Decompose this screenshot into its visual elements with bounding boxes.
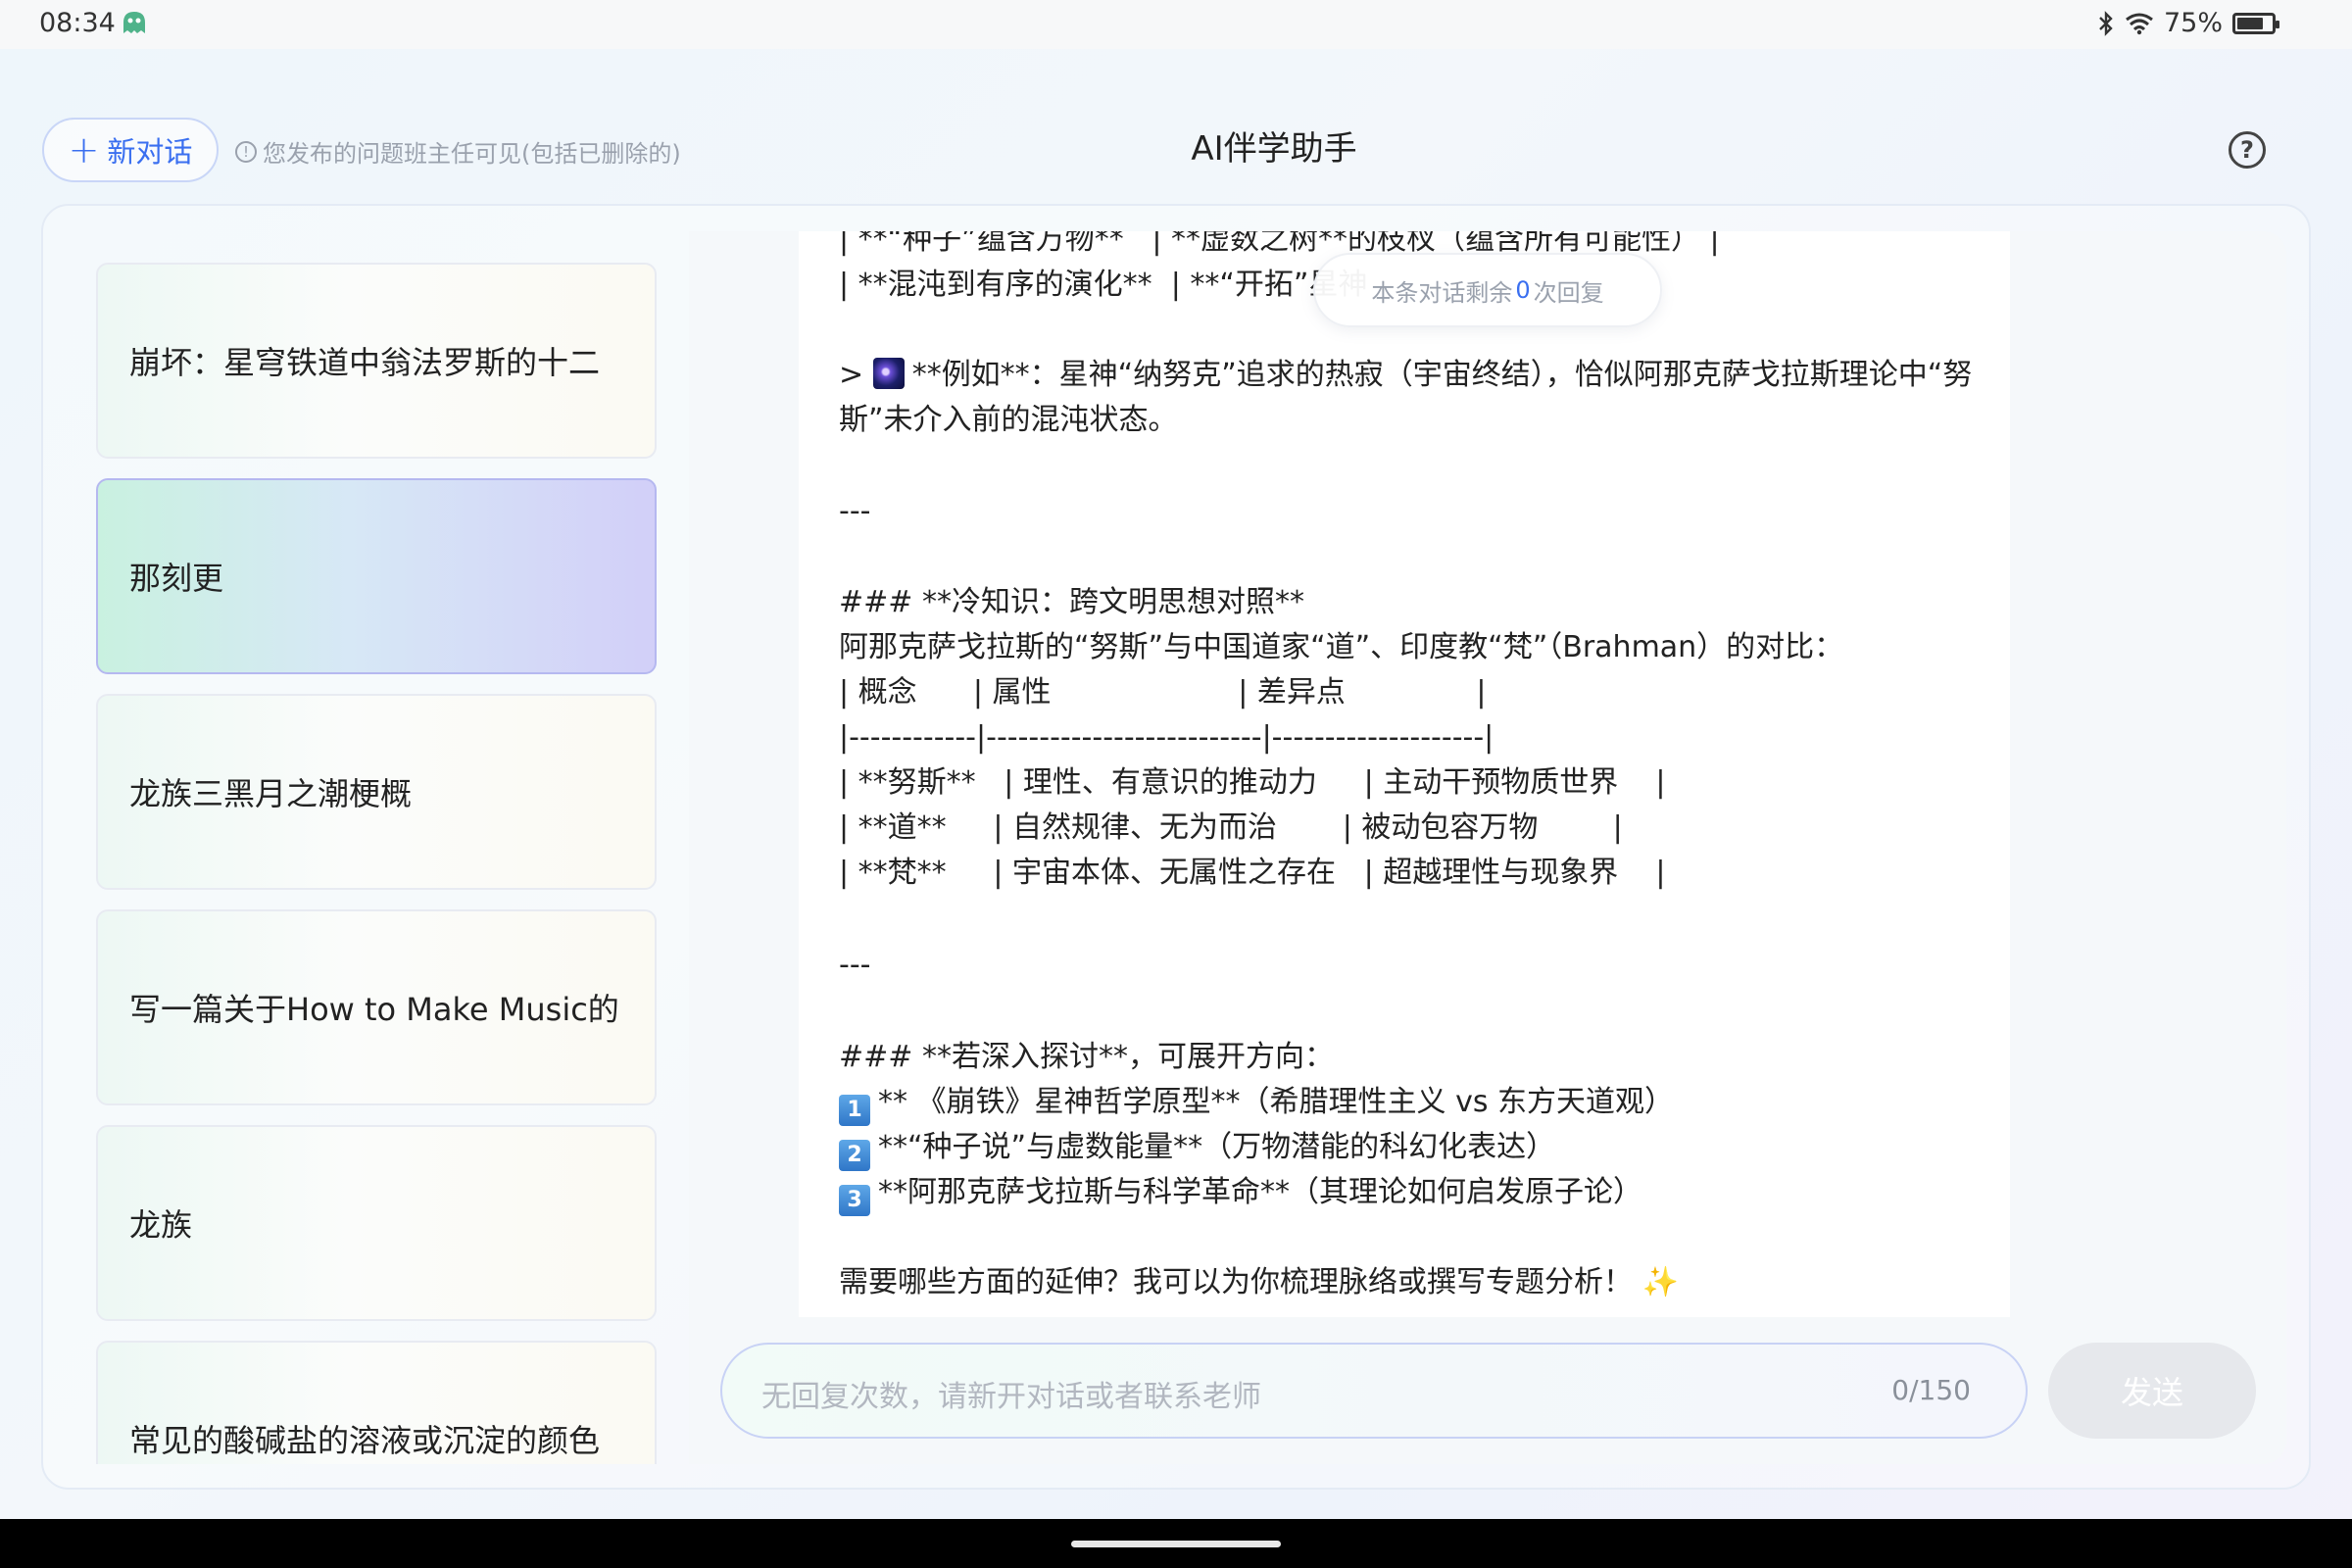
message-line: --- bbox=[839, 489, 870, 534]
message-line: 阿那克萨戈拉斯的“努斯”与中国道家“道”、印度教“梵”（Brahman）的对比： bbox=[839, 625, 1843, 670]
message-text: ### **冷知识：跨文明思想对照** bbox=[839, 585, 1304, 619]
message-text: **阿那克萨戈拉斯与科学革命**（其理论如何启发原子论） bbox=[878, 1175, 1642, 1209]
conversation-item[interactable]: 龙族三黑月之潮梗概 bbox=[96, 694, 657, 890]
message-line: | **努斯** | 理性、有意识的推动力 | 主动干预物质世界 | bbox=[839, 760, 1665, 806]
conversation-item[interactable]: 写一篇关于How to Make Music的 bbox=[96, 909, 657, 1105]
conversation-item[interactable]: 那刻更 bbox=[96, 478, 657, 674]
message-text: --- bbox=[839, 948, 871, 982]
message-text: 斯”未介入前的混沌状态。 bbox=[839, 403, 1178, 437]
conversation-title: 那刻更 bbox=[129, 560, 224, 597]
remaining-replies-toast: 本条对话剩余 0 次回复 bbox=[1313, 253, 1662, 327]
message-line: |------------|--------------------------… bbox=[839, 715, 1494, 760]
message-line: | 概念 | 属性 | 差异点 | bbox=[839, 670, 1486, 715]
status-time: 08:34 bbox=[39, 8, 116, 38]
visibility-notice: ! 您发布的问题班主任可见(包括已删除的) bbox=[235, 134, 681, 169]
message-text: ### **若深入探讨**，可展开方向： bbox=[839, 1040, 1334, 1074]
message-line: 需要哪些方面的延伸？我可以为你梳理脉络或撰写专题分析！ ✨ bbox=[839, 1260, 1679, 1305]
message-text: 需要哪些方面的延伸？我可以为你梳理脉络或撰写专题分析！ ✨ bbox=[839, 1265, 1679, 1299]
keycap-icon: 2 bbox=[839, 1140, 870, 1171]
conversation-item[interactable]: 龙族 bbox=[96, 1125, 657, 1321]
message-line: 2 **“种子说”与虚数能量**（万物潜能的科幻化表达） bbox=[839, 1125, 1555, 1171]
toast-prefix: 本条对话剩余 bbox=[1371, 278, 1513, 307]
message-line: | **道** | 自然规律、无为而治 | 被动包容万物 | bbox=[839, 806, 1623, 851]
page-title: AI伴学助手 bbox=[1191, 129, 1357, 169]
message-text: ** 《崩铁》星神哲学原型**（希腊理性主义 vs 东方天道观） bbox=[878, 1085, 1674, 1119]
message-text: --- bbox=[839, 494, 871, 528]
message-text: | **梵** | 宇宙本体、无属性之存在 | 超越理性与现象界 | bbox=[839, 856, 1666, 890]
conversation-item[interactable]: 常见的酸碱盐的溶液或沉淀的颜色 bbox=[96, 1341, 657, 1464]
char-counter: 0/150 bbox=[1891, 1374, 1971, 1406]
bluetooth-icon bbox=[2099, 10, 2113, 36]
info-icon: ! bbox=[235, 140, 257, 163]
conversation-item[interactable]: 崩坏：星穹铁道中翁法罗斯的十二 bbox=[96, 263, 657, 459]
message-line: 斯”未介入前的混沌状态。 bbox=[839, 398, 1178, 443]
message-text: 阿那克萨戈拉斯的“努斯”与中国道家“道”、印度教“梵”（Brahman）的对比： bbox=[839, 630, 1844, 664]
new-chat-button[interactable]: + 新对话 bbox=[42, 118, 219, 182]
battery-percent: 75% bbox=[2163, 8, 2223, 38]
message-text: | **努斯** | 理性、有意识的推动力 | 主动干预物质世界 | bbox=[839, 765, 1666, 800]
message-line: ### **冷知识：跨文明思想对照** bbox=[839, 580, 1304, 625]
send-button[interactable]: 发送 bbox=[2048, 1343, 2256, 1439]
message-text: | **道** | 自然规律、无为而治 | 被动包容万物 | bbox=[839, 810, 1623, 845]
galaxy-emoji-icon bbox=[872, 358, 905, 389]
status-bar: 08:34 75% bbox=[0, 0, 2352, 49]
keycap-icon: 3 bbox=[839, 1185, 870, 1216]
message-text: **“种子说”与虚数能量**（万物潜能的科幻化表达） bbox=[878, 1130, 1556, 1164]
home-indicator[interactable] bbox=[1071, 1541, 1281, 1547]
input-placeholder: 无回复次数，请新开对话或者联系老师 bbox=[761, 1380, 1261, 1414]
keycap-icon: 1 bbox=[839, 1095, 870, 1126]
toast-suffix: 次回复 bbox=[1533, 278, 1604, 307]
conversation-title: 龙族 bbox=[129, 1206, 193, 1244]
status-indicators: 75% bbox=[2097, 8, 2279, 38]
message-text: **例如**：星神“纳努克”追求的热寂（宇宙终结），恰似阿那克萨戈拉斯理论中“努 bbox=[911, 358, 1973, 392]
message-line: --- bbox=[839, 943, 870, 988]
new-chat-label: 新对话 bbox=[107, 135, 193, 169]
message-text: | **混沌到有序的演化** | **“开拓”星神 bbox=[839, 268, 1368, 302]
message-line: > **例如**：星神“纳努克”追求的热寂（宇宙终结），恰似阿那克萨戈拉斯理论中… bbox=[839, 353, 1972, 398]
message-text: > bbox=[839, 358, 873, 392]
conversation-title: 写一篇关于How to Make Music的 bbox=[129, 991, 619, 1028]
conversation-title: 常见的酸碱盐的溶液或沉淀的颜色 bbox=[129, 1422, 601, 1459]
conversation-list: 崩坏：星穹铁道中翁法罗斯的十二 那刻更龙族三黑月之潮梗概写一篇关于How to M… bbox=[65, 231, 692, 1464]
message-text: |------------|--------------------------… bbox=[839, 720, 1494, 755]
battery-icon bbox=[2232, 12, 2279, 34]
message-text: | 概念 | 属性 | 差异点 | bbox=[839, 675, 1487, 710]
message-line: 1 ** 《崩铁》星神哲学原型**（希腊理性主义 vs 东方天道观） bbox=[839, 1080, 1674, 1126]
conversation-title: 崩坏：星穹铁道中翁法罗斯的十二 bbox=[129, 344, 601, 381]
wifi-icon bbox=[2126, 13, 2153, 34]
help-icon[interactable]: ? bbox=[2229, 131, 2266, 169]
conversation-title: 龙族三黑月之潮梗概 bbox=[129, 775, 413, 812]
message-line: 3 **阿那克萨戈拉斯与科学革命**（其理论如何启发原子论） bbox=[839, 1170, 1642, 1216]
plus-icon: + bbox=[68, 128, 100, 172]
message-input[interactable]: 无回复次数，请新开对话或者联系老师 0/150 bbox=[720, 1343, 2028, 1439]
message-line: ### **若深入探讨**，可展开方向： bbox=[839, 1035, 1334, 1080]
message-line: | **混沌到有序的演化** | **“开拓”星神 bbox=[839, 263, 1367, 308]
toast-count: 0 bbox=[1515, 276, 1531, 304]
ghost-app-icon bbox=[123, 12, 145, 33]
message-line: | **梵** | 宇宙本体、无属性之存在 | 超越理性与现象界 | bbox=[839, 851, 1665, 896]
notice-text: 您发布的问题班主任可见(包括已删除的) bbox=[263, 140, 681, 168]
message-scroll-area[interactable]: | **“种子”蕴含万物** | **虚数之树**的枝杈（蕴含所有可能性） | |… bbox=[799, 231, 2010, 1317]
